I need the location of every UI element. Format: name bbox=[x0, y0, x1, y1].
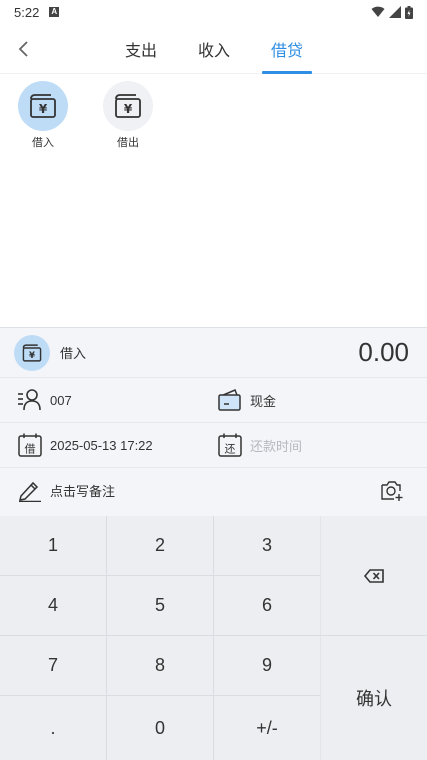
borrow-badge: 借 bbox=[25, 443, 36, 456]
person-value: 007 bbox=[50, 392, 72, 408]
top-navigation: 支出 收入 借贷 bbox=[0, 24, 427, 74]
calendar-repay-icon: 还 bbox=[218, 433, 242, 457]
camera-plus-icon bbox=[381, 480, 403, 501]
borrow-date-value: 2025-05-13 17:22 bbox=[50, 437, 153, 453]
active-tab-indicator bbox=[262, 71, 312, 74]
key-4[interactable]: 4 bbox=[0, 576, 107, 636]
amount-row: ¥ 借入 0.00 bbox=[0, 328, 427, 378]
wallet-yen-icon: ¥ bbox=[22, 343, 42, 362]
repay-date-field[interactable]: 还 还款时间 bbox=[218, 433, 302, 457]
status-bar: 5:22 A bbox=[0, 0, 427, 24]
key-dot[interactable]: . bbox=[0, 696, 107, 760]
tab-expense[interactable]: 支出 bbox=[118, 24, 164, 74]
tab-loan[interactable]: 借贷 bbox=[262, 24, 312, 74]
key-2[interactable]: 2 bbox=[107, 516, 214, 576]
key-plus-minus[interactable]: +/- bbox=[214, 696, 320, 760]
signal-icon bbox=[389, 6, 401, 18]
key-5[interactable]: 5 bbox=[107, 576, 214, 636]
person-account-row: 007 现金 bbox=[0, 378, 427, 423]
remark-row: 点击写备注 bbox=[0, 468, 427, 513]
key-8[interactable]: 8 bbox=[107, 636, 214, 696]
tab-income[interactable]: 收入 bbox=[191, 24, 237, 74]
wallet-yen-icon: ¥ bbox=[30, 94, 56, 118]
confirm-button[interactable]: 确认 bbox=[320, 636, 427, 760]
borrow-date-field[interactable]: 借 2025-05-13 17:22 bbox=[18, 433, 153, 457]
category-label: 借入 bbox=[32, 137, 54, 149]
battery-icon bbox=[405, 5, 413, 19]
backspace-icon bbox=[364, 568, 384, 583]
key-1[interactable]: 1 bbox=[0, 516, 107, 576]
wallet-yen-icon: ¥ bbox=[115, 94, 141, 118]
category-icon-bg: ¥ bbox=[18, 81, 68, 131]
back-button[interactable] bbox=[10, 36, 36, 62]
person-list-icon bbox=[18, 389, 41, 411]
date-row: 借 2025-05-13 17:22 还 还款时间 bbox=[0, 423, 427, 468]
svg-text:¥: ¥ bbox=[124, 102, 133, 116]
svg-text:¥: ¥ bbox=[29, 351, 35, 361]
delete-button[interactable] bbox=[320, 516, 427, 636]
category-borrow-out[interactable]: ¥ 借出 bbox=[98, 81, 158, 150]
tab-income-label: 收入 bbox=[197, 43, 230, 60]
status-icons bbox=[371, 5, 413, 19]
selected-category-label: 借入 bbox=[60, 346, 87, 361]
key-0[interactable]: 0 bbox=[107, 696, 214, 760]
account-field[interactable]: 现金 bbox=[218, 389, 276, 411]
notification-icon: A bbox=[49, 7, 60, 17]
key-3[interactable]: 3 bbox=[214, 516, 320, 576]
amount-display: 0.00 bbox=[358, 337, 409, 367]
tab-loan-label: 借贷 bbox=[270, 43, 303, 60]
wifi-icon bbox=[371, 6, 385, 17]
category-label: 借出 bbox=[117, 137, 139, 149]
category-icon-bg: ¥ bbox=[103, 81, 153, 131]
tab-expense-label: 支出 bbox=[124, 43, 157, 60]
status-time: 5:22 bbox=[14, 4, 40, 20]
remark-field[interactable]: 点击写备注 bbox=[18, 480, 115, 502]
person-field[interactable]: 007 bbox=[18, 389, 72, 411]
key-6[interactable]: 6 bbox=[214, 576, 320, 636]
category-borrow-in[interactable]: ¥ 借入 bbox=[13, 81, 73, 150]
calendar-borrow-icon: 借 bbox=[18, 433, 42, 457]
account-value: 现金 bbox=[250, 393, 277, 409]
pencil-icon bbox=[18, 481, 41, 502]
selected-category-icon: ¥ bbox=[14, 334, 50, 371]
repay-date-placeholder: 还款时间 bbox=[250, 438, 303, 454]
svg-text:¥: ¥ bbox=[39, 102, 48, 116]
number-keypad: 1 2 3 4 5 6 7 8 9 . 0 +/- 确认 bbox=[0, 516, 427, 760]
key-9[interactable]: 9 bbox=[214, 636, 320, 696]
chevron-left-icon bbox=[18, 41, 28, 57]
repay-badge: 还 bbox=[225, 443, 236, 456]
key-7[interactable]: 7 bbox=[0, 636, 107, 696]
wallet-icon bbox=[218, 389, 241, 411]
remark-placeholder: 点击写备注 bbox=[50, 484, 116, 499]
add-photo-button[interactable] bbox=[380, 480, 404, 502]
category-grid: ¥ 借入 ¥ 借出 bbox=[0, 75, 427, 327]
confirm-label: 确认 bbox=[356, 689, 392, 709]
